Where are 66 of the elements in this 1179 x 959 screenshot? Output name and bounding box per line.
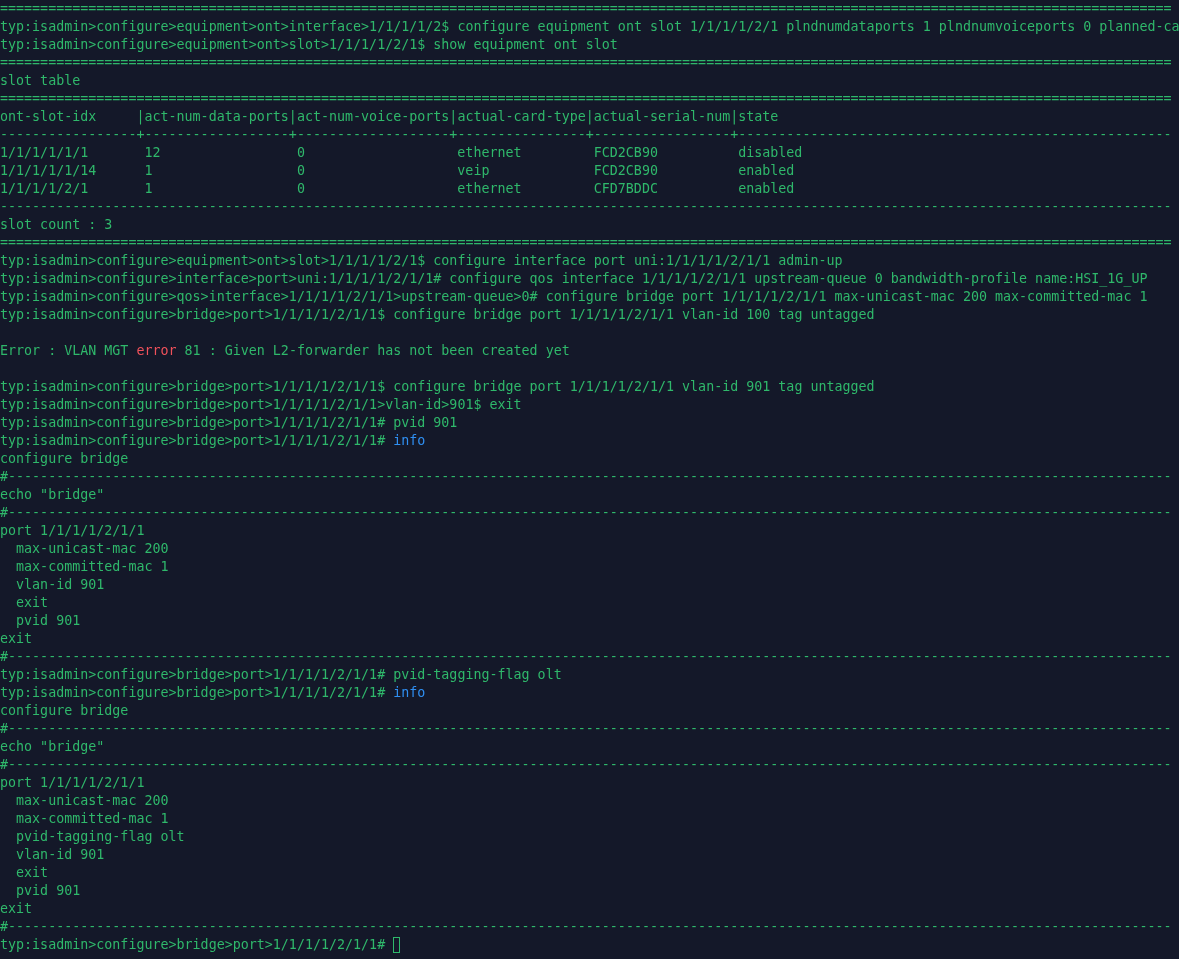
table-cell: disabled xyxy=(738,144,803,162)
terminal-line: Error : VLAN MGT error 81 : Given L2-forwarder has not been created yet xyxy=(0,342,571,360)
table-cell-text: ethernet xyxy=(457,180,523,198)
terminal-line: pvid 901 xyxy=(15,612,82,630)
terminal-line: ================================================================================================================================================== xyxy=(0,234,1173,252)
table-cell-text: FCD2CB90 xyxy=(593,162,659,180)
terminal-line: vlan-id 901 xyxy=(15,846,106,864)
terminal-line: vlan-id 901 xyxy=(15,576,106,594)
table-cell-text: 0 xyxy=(296,180,306,198)
terminal-line: -------------------------------------------------------------------------------------------------------------------------------------------------- xyxy=(0,198,1173,216)
table-cell-text: ethernet xyxy=(457,144,523,162)
terminal-line: exit xyxy=(15,594,50,612)
table-cell-text: 1 xyxy=(144,162,154,180)
terminal-line: exit xyxy=(15,864,50,882)
terminal-line: port 1/1/1/1/2/1/1 xyxy=(0,774,146,792)
terminal-line: ================================================================================================================================================== xyxy=(0,90,1173,108)
terminal-line: #------------------------------------------------------------------------------------------------------------------------------------------------- xyxy=(0,468,1173,486)
terminal-line: typ:isadmin>configure>bridge>port>1/1/1/1/2/1/1# pvid-tagging-flag olt xyxy=(0,666,563,684)
table-cell-text: 1/1/1/1/1/14 xyxy=(0,162,98,180)
terminal-line: typ:isadmin>configure>bridge>port>1/1/1/1/2/1/1# pvid 901 xyxy=(0,414,459,432)
terminal-line: exit xyxy=(0,630,34,648)
terminal-line: typ:isadmin>configure>equipment>ont>interface>1/1/1/1/2$ configure equipment ont slot 1/1/1/1/2/1 plndnumdataports 1 plndnumvoiceports 0 planned-ca xyxy=(0,18,1179,36)
table-cell-text: 1 xyxy=(144,180,154,198)
terminal-line: max-committed-mac 1 xyxy=(15,558,170,576)
terminal-line: max-unicast-mac 200 xyxy=(15,792,170,810)
terminal-line: -----------------+------------------+-------------------+----------------+-----------------+------------------------------------------------------ xyxy=(0,126,1173,144)
terminal-line: typ:isadmin>configure>equipment>ont>slot>1/1/1/1/2/1$ configure interface port uni:1/1/1/1/2/1/1 admin-up xyxy=(0,252,844,270)
terminal-line: configure bridge xyxy=(0,450,130,468)
table-cell-text: 1/1/1/1/1/1 xyxy=(0,144,90,162)
terminal-line: max-unicast-mac 200 xyxy=(15,540,170,558)
terminal-line: ont-slot-idx |act-num-data-ports|act-num-voice-ports|actual-card-type|actual-serial-num|state xyxy=(0,108,780,126)
terminal-line: typ:isadmin>configure>bridge>port>1/1/1/1/2/1/1>vlan-id>901$ exit xyxy=(0,396,523,414)
terminal-line: #------------------------------------------------------------------------------------------------------------------------------------------------- xyxy=(0,918,1173,936)
terminal-line: slot table xyxy=(0,72,82,90)
terminal-line: configure bridge xyxy=(0,702,130,720)
table-cell-text: CFD7BDDC xyxy=(593,180,659,198)
terminal-line: pvid 901 xyxy=(15,882,82,900)
terminal-line: typ:isadmin>configure>bridge>port>1/1/1/1/2/1/1# xyxy=(0,936,387,954)
terminal-line: typ:isadmin>configure>interface>port>uni:1/1/1/1/2/1/1# configure qos interface 1/1/1/1/2/1/1 upstream-queue 0 bandwidth-profile name:HSI_1G_UP xyxy=(0,270,1149,288)
terminal-line: port 1/1/1/1/2/1/1 xyxy=(0,522,146,540)
terminal-line: ================================================================================================================================================== xyxy=(0,0,1173,18)
terminal-line: typ:isadmin>configure>bridge>port>1/1/1/1/2/1/1$ configure bridge port 1/1/1/1/2/1/1 vlan-id 100 tag untagged xyxy=(0,306,876,324)
terminal-line: typ:isadmin>configure>bridge>port>1/1/1/1/2/1/1# info xyxy=(0,432,427,450)
terminal-line: pvid-tagging-flag olt xyxy=(15,828,186,846)
table-cell-text: 1/1/1/1/2/1 xyxy=(0,180,90,198)
table-cell: enabled xyxy=(738,180,795,198)
table-cell-text: FCD2CB90 xyxy=(593,144,659,162)
table-cell-text: 12 xyxy=(144,144,162,162)
terminal-line: #------------------------------------------------------------------------------------------------------------------------------------------------- xyxy=(0,504,1173,522)
table-cell-text: 0 xyxy=(296,144,306,162)
terminal-line: max-committed-mac 1 xyxy=(15,810,170,828)
terminal-line: slot count : 3 xyxy=(0,216,114,234)
terminal-line: echo "bridge" xyxy=(0,738,106,756)
terminal-line: #------------------------------------------------------------------------------------------------------------------------------------------------- xyxy=(0,648,1173,666)
table-cell: enabled xyxy=(738,162,795,180)
terminal-line: typ:isadmin>configure>qos>interface>1/1/1/1/2/1/1>upstream-queue>0# configure bridge port 1/1/1/1/2/1/1 max-unicast-mac 200 max-committed-mac 1 xyxy=(0,288,1149,306)
terminal-line: typ:isadmin>configure>bridge>port>1/1/1/1/2/1/1$ configure bridge port 1/1/1/1/2/1/1 vlan-id 901 tag untagged xyxy=(0,378,876,396)
terminal-line: typ:isadmin>configure>bridge>port>1/1/1/1/2/1/1# info xyxy=(0,684,427,702)
terminal-line: #------------------------------------------------------------------------------------------------------------------------------------------------- xyxy=(0,720,1173,738)
table-cell-text: veip xyxy=(457,162,491,180)
table-cell-text: 0 xyxy=(296,162,306,180)
terminal-line: echo "bridge" xyxy=(0,486,106,504)
terminal-line: #------------------------------------------------------------------------------------------------------------------------------------------------- xyxy=(0,756,1173,774)
terminal-line: typ:isadmin>configure>equipment>ont>slot>1/1/1/1/2/1$ show equipment ont slot xyxy=(0,36,619,54)
terminal-line: exit xyxy=(0,900,34,918)
terminal-line: ================================================================================================================================================== xyxy=(0,54,1173,72)
